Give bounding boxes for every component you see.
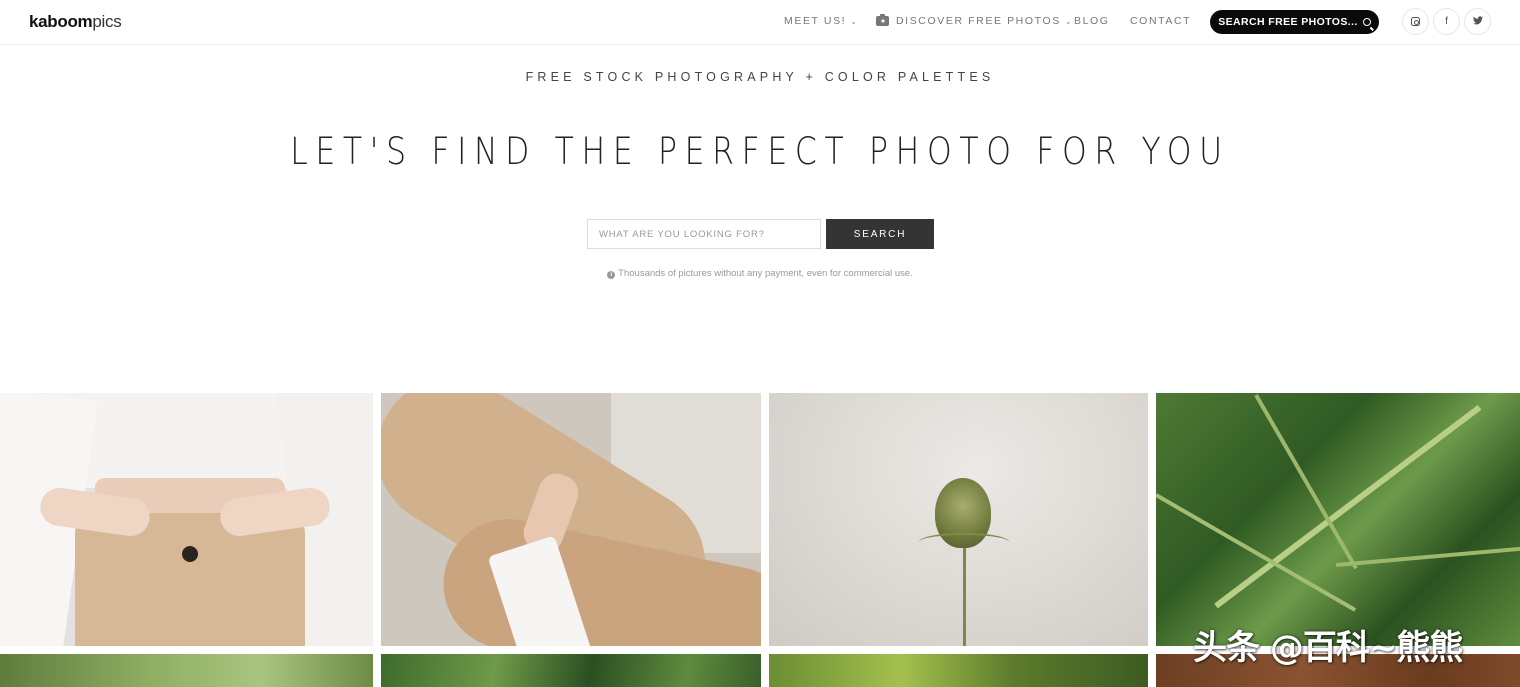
photo-pants-button <box>182 546 198 562</box>
info-note: i Thousands of pictures without any payme… <box>0 268 1520 279</box>
photo-green-leaf[interactable] <box>1156 393 1520 646</box>
nav-blog[interactable]: BLOG <box>1074 15 1110 27</box>
nav-contact-label: CONTACT <box>1130 15 1192 27</box>
search-field-wrapper <box>587 219 821 249</box>
photo-flower-bract <box>919 533 1009 551</box>
search-button[interactable]: SEARCH <box>826 219 934 249</box>
nav-meet-us[interactable]: MEET US! ⌄ <box>784 15 859 27</box>
photo-flower-stem <box>963 543 966 646</box>
photo-row2-palm[interactable] <box>381 654 761 687</box>
instagram-icon <box>1411 17 1420 26</box>
logo[interactable]: kaboompics <box>29 12 122 32</box>
facebook-icon: f <box>1445 16 1448 27</box>
logo-light-text: pics <box>92 12 122 31</box>
photo-dried-flower[interactable] <box>769 393 1148 646</box>
camera-icon <box>876 14 889 26</box>
photo-woman-beige-pants[interactable] <box>0 393 373 646</box>
search-free-photos-button[interactable]: SEARCH FREE PHOTOS... <box>1210 10 1379 34</box>
twitter-link[interactable] <box>1464 8 1491 35</box>
search-icon <box>1362 18 1371 26</box>
nav-blog-label: BLOG <box>1074 15 1110 27</box>
page-title: LET'S FIND THE PERFECT PHOTO FOR YOU <box>290 130 1230 173</box>
logo-bold-text: kaboom <box>29 12 93 31</box>
info-note-text: Thousands of pictures without any paymen… <box>618 268 913 279</box>
search-pill-label: SEARCH FREE PHOTOS... <box>1218 16 1358 28</box>
photo-hand-on-knee[interactable] <box>381 393 761 646</box>
photo-row2-green-leaf[interactable] <box>769 654 1148 687</box>
chevron-down-icon: ⌄ <box>1064 16 1074 26</box>
nav-discover-label: DISCOVER FREE PHOTOS <box>896 15 1061 27</box>
photo-row2-greenery[interactable] <box>0 654 373 687</box>
info-icon: i <box>607 271 616 279</box>
twitter-icon <box>1472 15 1483 28</box>
search-input[interactable] <box>588 220 820 248</box>
site-header: kaboompics MEET US! ⌄ DISCOVER FREE PHOT… <box>0 0 1520 45</box>
nav-discover-free-photos[interactable]: DISCOVER FREE PHOTOS ⌄ <box>876 14 1074 27</box>
tagline: FREE STOCK PHOTOGRAPHY + COLOR PALETTES <box>525 70 995 84</box>
watermark-text: 头条 @百科~熊熊 <box>1193 628 1463 668</box>
chevron-down-icon: ⌄ <box>850 16 859 26</box>
photo-leaf-surface <box>1156 393 1520 646</box>
instagram-link[interactable] <box>1402 8 1429 35</box>
nav-meet-us-label: MEET US! <box>784 15 847 27</box>
facebook-link[interactable]: f <box>1433 8 1460 35</box>
nav-contact[interactable]: CONTACT <box>1130 15 1191 27</box>
